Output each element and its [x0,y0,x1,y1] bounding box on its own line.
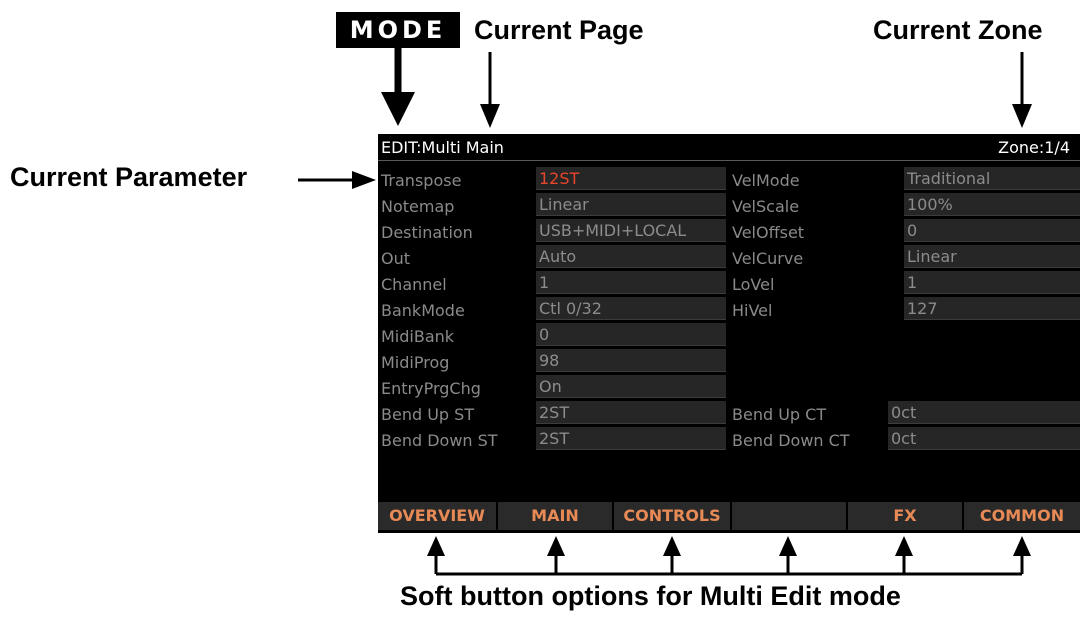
param-label: VelCurve [732,249,804,268]
param-label: Bend Up CT [732,405,827,424]
soft-button-common[interactable]: COMMON [964,502,1080,530]
soft-button-arrows [427,536,1031,574]
lcd-screen: EDIT:Multi Main Zone:1/4 Transpose 12ST … [378,134,1080,533]
header-divider [378,160,1080,161]
param-value[interactable]: On [536,375,726,398]
param-label: MidiBank [381,327,455,346]
soft-button-fx[interactable]: FX [848,502,964,530]
param-label: LoVel [732,275,775,294]
param-label: Out [381,249,411,268]
screen-header: EDIT:Multi Main Zone:1/4 [378,134,1080,160]
param-value[interactable]: Auto [536,245,726,268]
param-value[interactable]: Ctl 0/32 [536,297,726,320]
param-value[interactable]: 0 [904,219,1080,242]
param-label: BankMode [381,301,465,320]
param-label: Bend Down CT [732,431,850,450]
mode-arrowhead [381,92,415,126]
param-label: VelOffset [732,223,805,242]
param-value[interactable]: 0 [536,323,726,346]
soft-button-main[interactable]: MAIN [498,502,614,530]
param-value[interactable]: Linear [536,193,726,216]
zone-indicator: Zone:1/4 [998,138,1070,157]
param-value[interactable]: Traditional [904,167,1080,190]
param-value[interactable]: 12ST [536,167,726,190]
current-zone-arrowhead [1012,104,1032,128]
param-value[interactable]: 100% [904,193,1080,216]
param-value[interactable]: 127 [904,297,1080,320]
param-value[interactable]: 98 [536,349,726,372]
param-label: EntryPrgChg [381,379,481,398]
param-value[interactable]: 2ST [536,401,726,424]
current-parameter-arrowhead [352,171,376,189]
param-value[interactable]: USB+MIDI+LOCAL [536,219,726,242]
soft-button-controls[interactable]: CONTROLS [614,502,732,530]
param-label: VelScale [732,197,800,216]
param-label: Bend Up ST [381,405,475,424]
param-label: MidiProg [381,353,450,372]
soft-button-overview[interactable]: OVERVIEW [378,502,498,530]
soft-button-bar: OVERVIEW MAIN CONTROLS FX COMMON [378,502,1080,530]
param-label: Channel [381,275,447,294]
param-value[interactable]: 2ST [536,427,726,450]
param-value[interactable]: Linear [904,245,1080,268]
param-value[interactable]: 1 [904,271,1080,294]
current-page-arrowhead [480,104,500,128]
param-label: Transpose [381,171,462,190]
param-label: Bend Down ST [381,431,498,450]
param-value[interactable]: 1 [536,271,726,294]
param-label: Destination [381,223,473,242]
soft-button-empty[interactable] [732,502,848,530]
page-title: EDIT:Multi Main [381,138,504,157]
param-value[interactable]: 0ct [888,427,1080,450]
param-label: VelMode [732,171,800,190]
param-label: Notemap [381,197,455,216]
param-value[interactable]: 0ct [888,401,1080,424]
param-label: HiVel [732,301,773,320]
